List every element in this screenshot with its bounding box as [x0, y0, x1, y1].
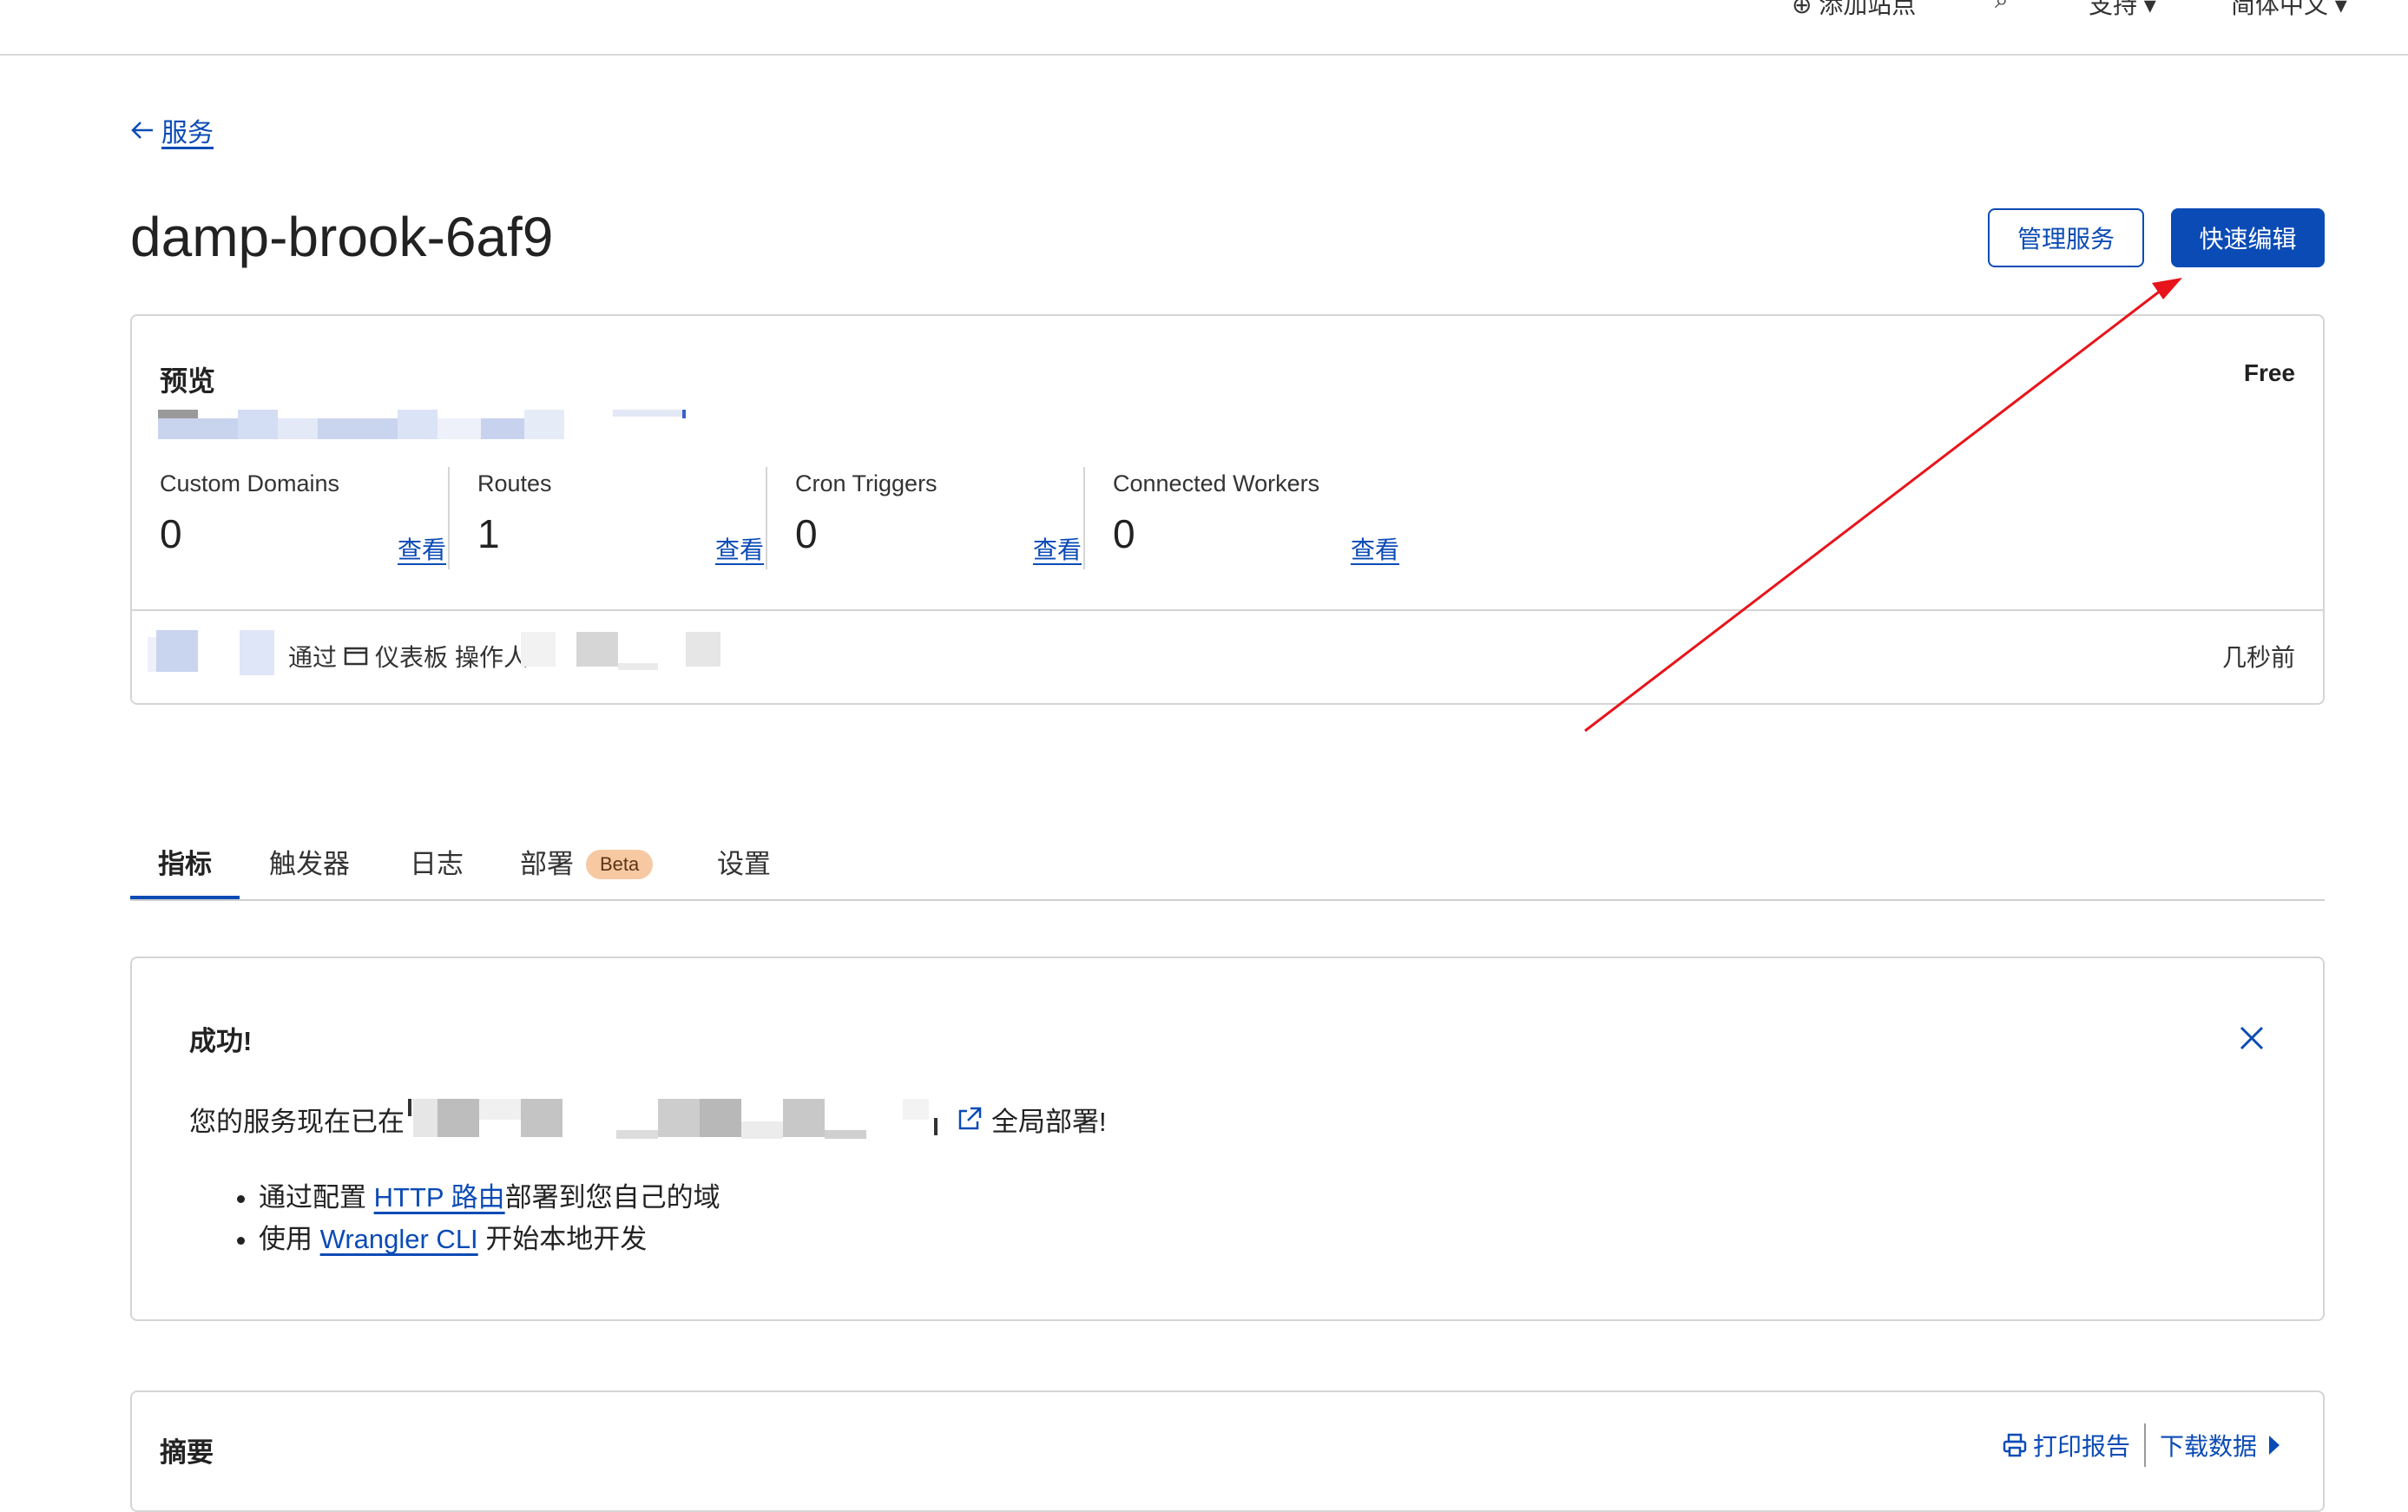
- redacted-version-id: [148, 630, 274, 675]
- custom-domains-stat: Custom Domains 0 查看: [160, 470, 446, 571]
- beta-badge: Beta: [586, 850, 654, 879]
- stat-label: Cron Triggers: [795, 470, 938, 496]
- redacted-user-name: [521, 632, 720, 670]
- overview-card: 预览 Free Custom Domains 0 查看 Routes 1 查看 …: [130, 314, 2325, 705]
- deployment-time: 几秒前: [2221, 644, 2295, 671]
- summary-title: 摘要: [160, 1437, 214, 1468]
- deploy-via-text: 通过: [288, 644, 338, 671]
- bullet-text: 使用: [259, 1224, 313, 1254]
- language-label: 简体中文: [2231, 0, 2329, 18]
- cron-triggers-stat: Cron Triggers 0 查看: [795, 470, 1082, 571]
- message-prefix: 您的服务现在已在: [189, 1106, 405, 1137]
- support-label: 支持: [2089, 0, 2138, 18]
- redacted-worker-url: [408, 1099, 938, 1139]
- add-site-label: 添加站点: [1819, 0, 1917, 18]
- divider: [2143, 1423, 2146, 1467]
- print-report-button[interactable]: 打印报告: [2002, 1428, 2130, 1463]
- quick-edit-button[interactable]: 快速编辑: [2171, 208, 2325, 267]
- list-item: 使用 Wrangler CLI 开始本地开发: [259, 1219, 720, 1260]
- chevron-down-icon: ▾: [2143, 0, 2156, 18]
- stat-divider: [766, 467, 767, 569]
- tab-triggers[interactable]: 触发器: [269, 842, 350, 881]
- stat-count: 0: [795, 511, 818, 556]
- tab-logs[interactable]: 日志: [410, 842, 464, 881]
- stat-divider: [1083, 467, 1085, 569]
- list-item: 通过配置 HTTP 路由部署到您自己的域: [259, 1177, 720, 1219]
- wrangler-cli-link[interactable]: Wrangler CLI: [320, 1224, 478, 1254]
- stat-divider: [448, 467, 450, 569]
- tab-settings[interactable]: 设置: [717, 842, 771, 881]
- plan-badge: Free: [2243, 359, 2295, 386]
- top-navigation-bar: ⊕ 添加站点 ⌕ 支持 ▾ 简体中文 ▾: [0, 0, 2408, 56]
- tab-deployments[interactable]: 部署 Beta: [520, 842, 654, 881]
- view-custom-domains-link[interactable]: 查看: [398, 531, 446, 566]
- stat-count: 0: [160, 511, 182, 556]
- manage-service-button[interactable]: 管理服务: [1988, 208, 2144, 267]
- back-to-services-link[interactable]: 服务: [130, 111, 214, 149]
- http-routes-link[interactable]: HTTP 路由: [374, 1182, 505, 1213]
- stat-label: Connected Workers: [1113, 470, 1320, 496]
- plus-circle-icon: ⊕: [1792, 0, 1813, 18]
- view-cron-triggers-link[interactable]: 查看: [1033, 531, 1082, 566]
- support-menu[interactable]: 支持 ▾: [2089, 0, 2156, 21]
- search-icon[interactable]: ⌕: [1995, 0, 2009, 15]
- worker-tabs: 指标 触发器 日志 部署 Beta 设置: [130, 833, 2325, 901]
- bullet-text: 通过配置: [259, 1182, 366, 1213]
- success-message: 您的服务现在已在 全局部署!: [189, 1097, 1107, 1141]
- chevron-down-icon: ▾: [2334, 0, 2347, 18]
- external-link-icon[interactable]: [955, 1104, 984, 1134]
- tab-metrics[interactable]: 指标: [158, 842, 212, 881]
- download-data-button[interactable]: 下载数据: [2160, 1428, 2281, 1463]
- success-title: 成功!: [189, 1026, 253, 1056]
- tab-deployments-label: 部署: [520, 849, 574, 879]
- deployment-description: 通过 仪表板 操作人: [288, 639, 528, 674]
- language-menu[interactable]: 简体中文 ▾: [2231, 0, 2347, 21]
- printer-icon: [2003, 1433, 2027, 1457]
- bullet-text: 开始本地开发: [485, 1224, 648, 1254]
- routes-stat: Routes 1 查看: [477, 470, 764, 571]
- close-icon[interactable]: [2236, 1022, 2267, 1054]
- active-tab-indicator: [130, 896, 240, 899]
- back-link-label: 服务: [161, 119, 214, 148]
- latest-deployment-info: 通过 仪表板 操作人: [148, 625, 859, 677]
- bullet-text: 部署到您自己的域: [504, 1182, 720, 1213]
- overview-heading: 预览: [160, 365, 216, 397]
- next-steps-list: 通过配置 HTTP 路由部署到您自己的域 使用 Wrangler CLI 开始本…: [234, 1177, 720, 1260]
- divider: [132, 609, 2323, 611]
- deploy-by-text: 操作人: [455, 644, 529, 671]
- deploy-source-text: 仪表板: [375, 644, 449, 671]
- redacted-preview-url: [158, 410, 686, 439]
- view-connected-workers-link[interactable]: 查看: [1351, 531, 1399, 566]
- summary-card: 摘要 打印报告 下载数据: [130, 1390, 2325, 1512]
- view-routes-link[interactable]: 查看: [715, 531, 764, 566]
- caret-right-icon: [2269, 1436, 2280, 1455]
- message-suffix: 全局部署!: [991, 1106, 1107, 1137]
- arrow-left-icon: [131, 122, 153, 139]
- dashboard-window-icon: [344, 647, 368, 666]
- download-data-label: 下载数据: [2159, 1433, 2257, 1460]
- connected-workers-stat: Connected Workers 0 查看: [1113, 470, 1399, 571]
- summary-actions: 打印报告 下载数据: [2002, 1423, 2281, 1467]
- print-report-label: 打印报告: [2032, 1433, 2130, 1460]
- stat-label: Custom Domains: [160, 470, 340, 496]
- success-notification: 成功! 您的服务现在已在 全局部署! 通过配置 HTTP 路: [130, 957, 2325, 1321]
- stat-count: 1: [477, 511, 500, 556]
- page-title: damp-brook-6af9: [130, 206, 554, 268]
- stat-label: Routes: [477, 470, 552, 496]
- add-site-button[interactable]: ⊕ 添加站点: [1792, 0, 1916, 21]
- stat-count: 0: [1113, 511, 1135, 556]
